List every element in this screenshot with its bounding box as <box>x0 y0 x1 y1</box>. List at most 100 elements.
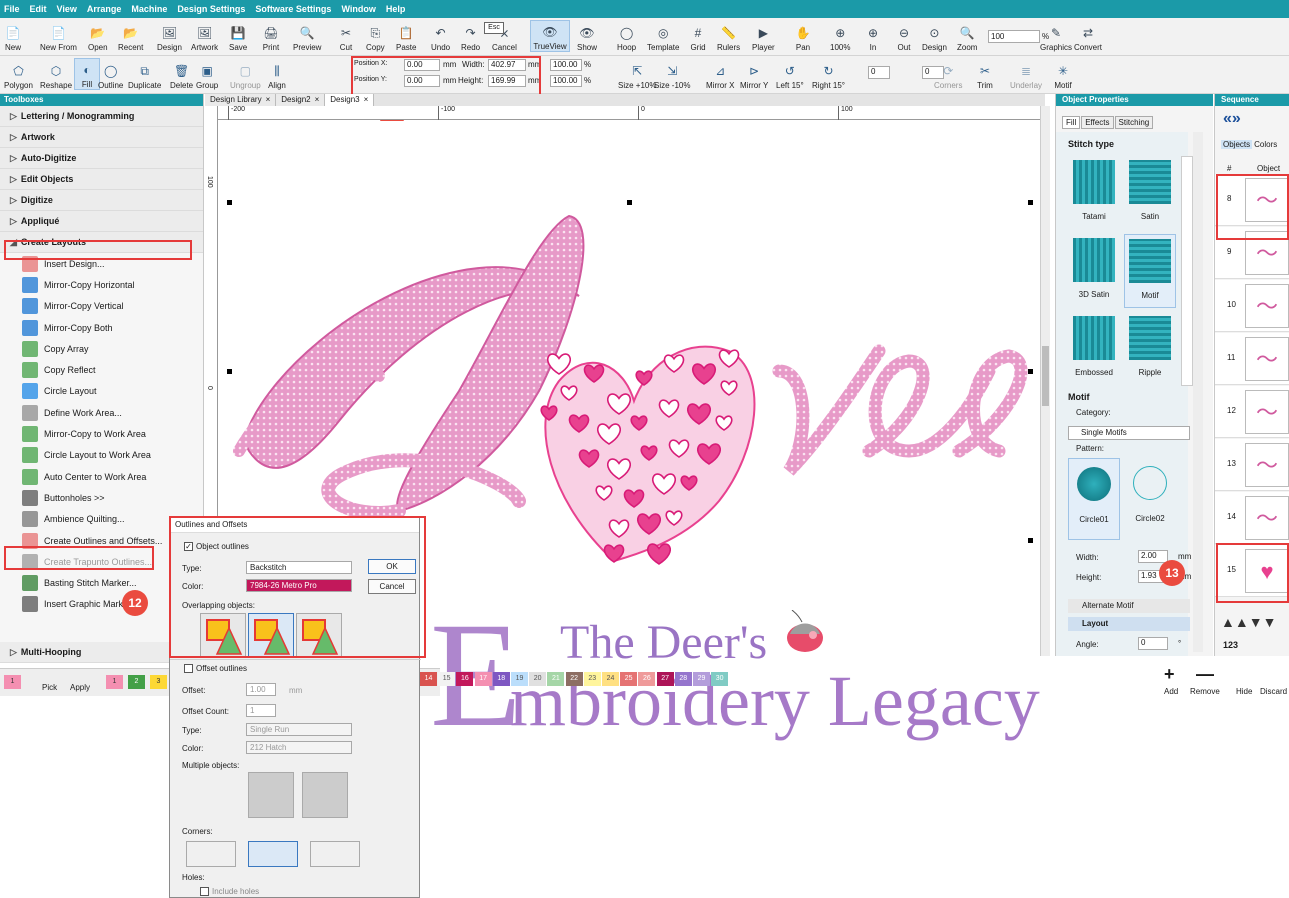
toolbox-item-circle-layout[interactable]: Circle Layout <box>0 381 203 402</box>
color-swatch[interactable]: 14 <box>420 672 437 686</box>
toolbar-convert-button[interactable]: ⇄ Convert <box>1074 20 1102 52</box>
toolbox-item-mirror-copy-horizontal[interactable]: Mirror-Copy Horizontal <box>0 274 203 295</box>
toolbar-grid-button[interactable]: # Grid <box>689 20 707 52</box>
color-swatch[interactable]: 2 <box>128 675 145 689</box>
toolbox-item-buttonholes[interactable]: Buttonholes >> <box>0 487 203 508</box>
toolbar-template-button[interactable]: ◎ Template <box>647 20 679 52</box>
category-select[interactable]: Single Motifs <box>1068 426 1190 440</box>
stitch-type-embossed[interactable]: Embossed <box>1068 312 1120 386</box>
menu-window[interactable]: Window <box>341 4 375 14</box>
discard-button[interactable]: Discard <box>1260 687 1287 696</box>
color-swatch[interactable]: 1 <box>4 675 21 689</box>
color-swatch[interactable]: 19 <box>511 672 528 686</box>
selection-handle[interactable] <box>627 200 632 205</box>
overlap-option-1[interactable] <box>200 613 246 657</box>
selection-handle[interactable] <box>227 200 232 205</box>
toolbar-new-button[interactable]: 📄 New <box>4 20 22 52</box>
sequence-thumbnail[interactable]: 〜 <box>1245 284 1289 328</box>
toolbar-left-15--button[interactable]: ↺ Left 15° <box>776 58 804 90</box>
toolbar-cut-button[interactable]: ✂ Cut <box>337 20 355 52</box>
color-swatch[interactable]: 22 <box>565 672 583 686</box>
motif-width-input[interactable]: 2.00 <box>1138 550 1168 563</box>
color-swatch[interactable]: 24 <box>602 672 619 686</box>
color2-select[interactable]: 212 Hatch <box>246 741 352 754</box>
toolbar-out-button[interactable]: ⊖ Out <box>895 20 913 52</box>
toolbar-rulers-button[interactable]: 📏 Rulers <box>717 20 740 52</box>
position-y-input[interactable]: 0.00 <box>404 75 440 87</box>
toolbar-size-10--button[interactable]: ⇱ Size +10% <box>618 58 656 90</box>
toolbar-show-button[interactable]: 👁 Show <box>577 20 597 52</box>
sequence-thumbnail[interactable]: 〜 <box>1245 496 1289 540</box>
selection-handle[interactable] <box>1028 369 1033 374</box>
close-icon[interactable]: × <box>364 95 369 104</box>
toolbar-zoom-button[interactable]: 🔍 Zoom <box>957 20 977 52</box>
toolbar-duplicate-button[interactable]: ⧉ Duplicate <box>128 58 161 91</box>
color-swatch[interactable]: 15 <box>438 672 456 686</box>
add-icon[interactable]: + <box>1164 664 1175 685</box>
toolbox-section-lettering-monogramming[interactable]: ▷ Lettering / Monogramming <box>0 106 203 127</box>
sequence-row[interactable]: 15 ♥ <box>1215 545 1289 597</box>
sequence-thumbnail[interactable]: 〜 <box>1245 390 1289 434</box>
toolbox-section-create-layouts[interactable]: ◢ Create Layouts <box>0 232 203 253</box>
toolbar-corners-button[interactable]: ⟳ Corners <box>934 58 962 90</box>
stitch-type-3d-satin[interactable]: 3D Satin <box>1068 234 1120 308</box>
sequence-row[interactable]: 11 〜 <box>1215 333 1289 385</box>
tab-design3[interactable]: Design3 × <box>325 94 375 106</box>
overlap-option-2[interactable] <box>248 613 294 657</box>
selection-handle[interactable] <box>227 369 232 374</box>
toolbar-save-button[interactable]: 💾 Save <box>229 20 247 52</box>
multiple-option-2[interactable] <box>302 772 348 818</box>
type-select[interactable]: Backstitch <box>246 561 352 574</box>
selection-handle[interactable] <box>1028 538 1033 543</box>
toolbar-ungroup-button[interactable]: ▢ Ungroup <box>230 58 261 90</box>
sequence-row[interactable]: 9 〜 <box>1215 227 1289 279</box>
cancel-button[interactable]: Cancel <box>368 579 416 594</box>
toolbar-print-button[interactable]: 🖨 Print <box>262 20 280 52</box>
toolbox-item-circle-layout-to-work-area[interactable]: Circle Layout to Work Area <box>0 445 203 466</box>
toolbox-item-mirror-copy-both[interactable]: Mirror-Copy Both <box>0 317 203 338</box>
menu-view[interactable]: View <box>57 4 77 14</box>
props-tab-stitching[interactable]: Stitching <box>1114 116 1154 129</box>
toolbar-fill-button[interactable]: ◐ Fill <box>74 58 100 90</box>
toolbar-copy-button[interactable]: ⎘ Copy <box>366 20 385 53</box>
menu-file[interactable]: File <box>4 4 20 14</box>
offset-outlines-checkbox[interactable] <box>184 664 193 673</box>
toolbar-trim-button[interactable]: ✂ Trim <box>976 58 994 90</box>
sequence-row[interactable]: 8 〜 <box>1215 174 1289 226</box>
pattern-circle01[interactable]: Circle01 <box>1068 458 1120 540</box>
heart-motif[interactable] <box>540 345 756 565</box>
toolbar-polygon-button[interactable]: ⬠ Polygon <box>4 58 33 90</box>
toolbar-group-button[interactable]: ▣ Group <box>196 58 218 90</box>
toolbar-player-button[interactable]: ▶ Player <box>752 20 775 52</box>
stitch-type-tatami[interactable]: Tatami <box>1068 156 1120 230</box>
menu-machine[interactable]: Machine <box>131 4 167 14</box>
toolbox-item-mirror-copy-vertical[interactable]: Mirror-Copy Vertical <box>0 296 203 317</box>
height-input[interactable]: 169.99 <box>488 75 526 87</box>
tab-colors[interactable]: Colors <box>1254 140 1277 149</box>
color-swatch[interactable]: 26 <box>638 672 656 686</box>
toolbar-preview-button[interactable]: 🔍 Preview <box>293 20 321 52</box>
close-icon[interactable]: × <box>315 95 320 104</box>
color-swatch[interactable]: 20 <box>529 672 547 686</box>
sequence-thumbnail[interactable]: 〜 <box>1245 443 1289 487</box>
pattern-circle02[interactable]: Circle02 <box>1124 458 1176 540</box>
sequence-row[interactable]: 10 〜 <box>1215 280 1289 332</box>
props-tab-effects[interactable]: Effects <box>1081 116 1114 129</box>
color-swatch[interactable]: 28 <box>674 672 692 686</box>
color-swatch[interactable]: 25 <box>620 672 638 686</box>
color-swatch[interactable]: 3 <box>150 675 167 689</box>
sequence-thumbnail[interactable]: 〜 <box>1245 231 1289 275</box>
color-swatch[interactable]: 16 <box>456 672 474 686</box>
apply-button[interactable]: Apply <box>70 683 90 692</box>
toolbox-item-mirror-copy-to-work-area[interactable]: Mirror-Copy to Work Area <box>0 423 203 444</box>
stitch-type-ripple[interactable]: Ripple <box>1124 312 1176 386</box>
toolbar-underlay-button[interactable]: ≣ Underlay <box>1010 58 1042 90</box>
toolbar-paste-button[interactable]: 📋 Paste <box>396 20 416 52</box>
remove-icon[interactable]: — <box>1196 664 1214 685</box>
toolbox-item-copy-reflect[interactable]: Copy Reflect <box>0 359 203 380</box>
menu-software-settings[interactable]: Software Settings <box>255 4 331 14</box>
corner-option-3[interactable] <box>310 841 360 867</box>
rotate-angle-input[interactable]: 0 <box>868 66 890 79</box>
toolbar-design-button[interactable]: 🖼 Design <box>157 20 182 52</box>
offset-input[interactable]: 1.00 <box>246 683 276 696</box>
